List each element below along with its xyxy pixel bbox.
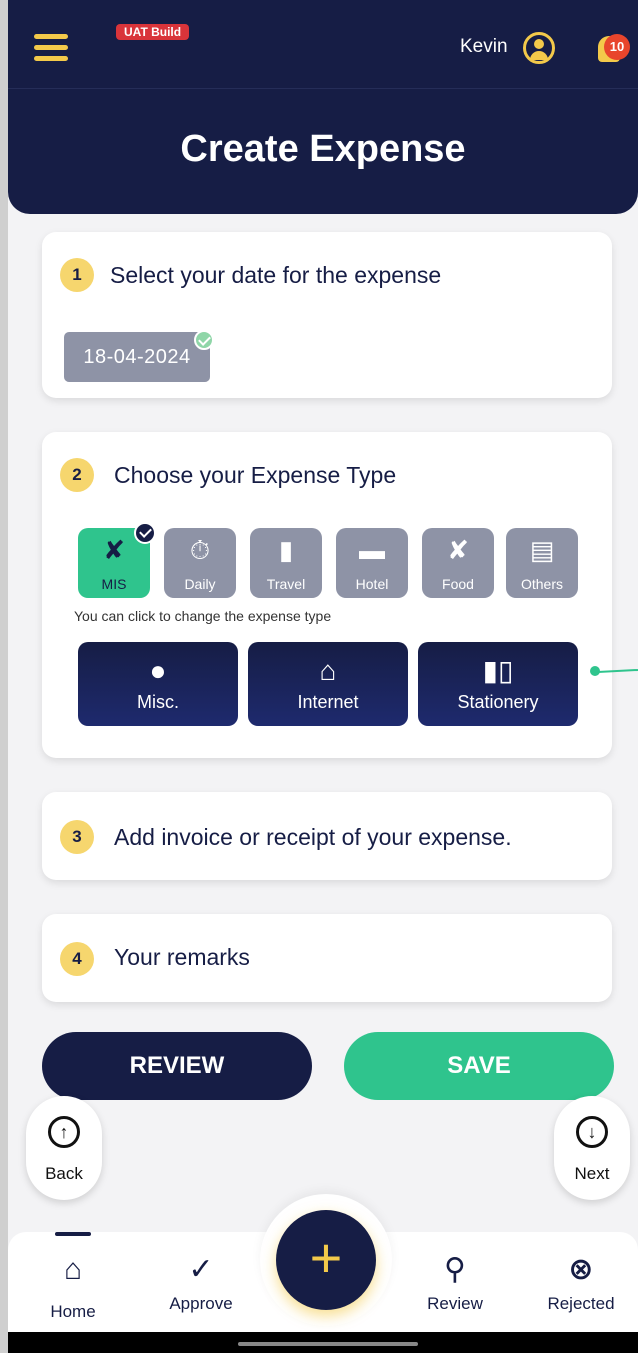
build-badge: UAT Build [116, 24, 190, 40]
step-number: 3 [60, 820, 94, 854]
review-button[interactable]: REVIEW [42, 1032, 312, 1100]
nav-approve[interactable]: ✓ Approve [146, 1232, 256, 1332]
screen: UAT Build Kevin 10 Create Expense 1 Sele… [8, 0, 638, 1353]
close-circle-icon: ⊗ [568, 1253, 594, 1286]
step-number: 1 [60, 258, 94, 292]
type-hint: You can click to change the expense type [74, 608, 332, 624]
next-button[interactable]: ↓ Next [554, 1096, 630, 1200]
step-title: Choose your Expense Type [114, 462, 397, 488]
add-expense-button[interactable]: + [276, 1210, 376, 1310]
menu-icon[interactable] [34, 34, 72, 62]
user-name: Kevin [460, 36, 508, 57]
expense-type-mis[interactable]: ✘ MIS [78, 522, 156, 598]
step-number: 2 [60, 458, 94, 492]
nav-home[interactable]: ⌂ Home [18, 1232, 128, 1332]
nav-rejected[interactable]: ⊗ Rejected [526, 1232, 636, 1332]
expense-type-hotel[interactable]: ▬ Hotel [336, 528, 408, 598]
step-expense-type-card: 2 Choose your Expense Type ✘ MIS ⏱ Daily… [42, 432, 612, 758]
runner-clock-icon: ⏱ [189, 535, 211, 565]
search-icon: ⚲ [444, 1253, 466, 1286]
step-number: 4 [60, 942, 94, 976]
system-home-handle[interactable] [238, 1342, 418, 1346]
arrow-up-icon: ↑ [48, 1116, 80, 1148]
notification-bell-icon[interactable]: 10 [594, 30, 630, 66]
router-icon: ⌂ [319, 655, 337, 686]
expense-type-daily[interactable]: ⏱ Daily [164, 528, 236, 598]
step-title: Your remarks [114, 944, 250, 970]
step-invoice-card[interactable]: 3 Add invoice or receipt of your expense… [42, 792, 612, 880]
check-icon [194, 330, 214, 350]
subtype-stationery-button[interactable]: ▮▯ Stationery [418, 642, 578, 726]
receipt-icon: ▤ [529, 535, 555, 565]
expense-type-travel[interactable]: ▮ Travel [250, 528, 322, 598]
step-title: Add invoice or receipt of your expense. [114, 824, 512, 850]
check-circle-icon: ✓ [188, 1253, 214, 1286]
step-title: Select your date for the expense [110, 262, 442, 288]
subtype-internet-button[interactable]: ⌂ Internet [248, 642, 408, 726]
date-picker-button[interactable]: 18-04-2024 [64, 332, 210, 382]
expense-type-food[interactable]: ✘ Food [422, 528, 494, 598]
subtype-misc-button[interactable]: ● Misc. [78, 642, 238, 726]
notification-count-badge: 10 [604, 34, 630, 60]
luggage-icon: ▮ [278, 535, 294, 565]
active-tab-indicator [55, 1232, 91, 1236]
step-date-card: 1 Select your date for the expense 18-04… [42, 232, 612, 398]
expense-type-others[interactable]: ▤ Others [506, 528, 578, 598]
circle-icon: ● [149, 655, 167, 686]
check-icon [134, 522, 156, 544]
arrow-down-icon: ↓ [576, 1116, 608, 1148]
pencil-ruler-icon: ▮▯ [482, 655, 514, 686]
back-button[interactable]: ↑ Back [26, 1096, 102, 1200]
save-button[interactable]: SAVE [344, 1032, 614, 1100]
cutlery-icon: ✘ [447, 535, 469, 565]
app-header: UAT Build Kevin 10 Create Expense [8, 0, 638, 214]
user-avatar-icon[interactable] [523, 32, 555, 64]
step-remarks-card[interactable]: 4 Your remarks [42, 914, 612, 1002]
home-icon: ⌂ [63, 1253, 83, 1286]
bed-icon: ▬ [359, 535, 385, 565]
nav-review[interactable]: ⚲ Review [400, 1232, 510, 1332]
page-title: Create Expense [180, 128, 466, 170]
header-divider [8, 88, 638, 89]
